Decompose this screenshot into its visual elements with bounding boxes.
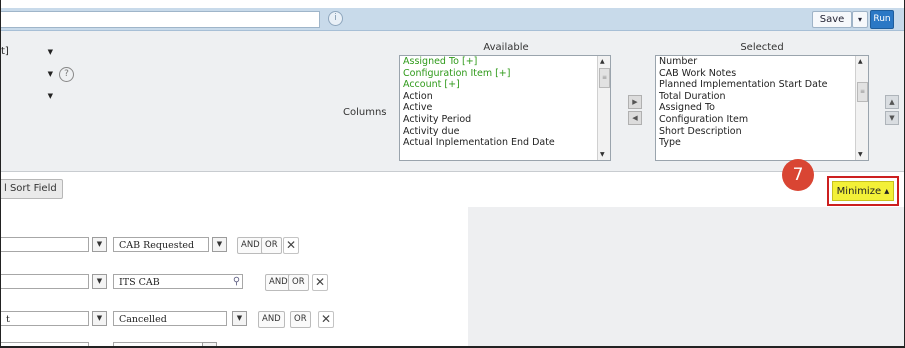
save-dropdown-button[interactable]: ▾	[852, 11, 868, 28]
scroll-thumb[interactable]: ≡	[599, 68, 610, 88]
move-up-button[interactable]: ▲	[885, 95, 899, 109]
available-column-item[interactable]: Action	[400, 91, 610, 103]
selected-column-item[interactable]: Planned Implementation Start Date	[656, 79, 868, 91]
add-column-button[interactable]: ▶	[628, 95, 642, 109]
selected-scrollbar[interactable]: ▲ ≡ ▼	[855, 56, 868, 160]
chevron-down-icon: ▼	[47, 48, 53, 56]
available-column-item[interactable]: Activity Period	[400, 114, 610, 126]
columns-label: Columns	[343, 107, 387, 118]
available-column-item[interactable]: Configuration Item [+]	[400, 68, 610, 80]
chevron-down-icon[interactable]: ▼	[212, 237, 227, 252]
selected-column-item[interactable]: Assigned To	[656, 102, 868, 114]
search-icon[interactable]: ⚲	[230, 275, 243, 288]
filter-value-select[interactable]	[113, 342, 209, 346]
scroll-down-icon[interactable]: ▼	[600, 151, 605, 158]
filter-field-select[interactable]: t	[1, 311, 89, 326]
filter-field-select[interactable]	[1, 342, 89, 346]
selected-items: Number CAB Work Notes Planned Implementati…	[656, 56, 868, 149]
or-button[interactable]: OR	[290, 311, 311, 328]
chevron-down-icon: ▼	[47, 70, 53, 78]
help-icon[interactable]: ?	[59, 67, 74, 82]
chevron-down-icon[interactable]: ▼	[232, 311, 247, 326]
and-button[interactable]: AND	[237, 237, 264, 254]
filter-side-area	[468, 207, 904, 346]
scroll-up-icon[interactable]: ▲	[858, 58, 863, 65]
selected-columns-list[interactable]: Number CAB Work Notes Planned Implementati…	[655, 55, 869, 161]
remove-condition-button[interactable]: ✕	[318, 311, 334, 328]
available-column-item[interactable]: Active	[400, 102, 610, 114]
scroll-up-icon[interactable]: ▲	[600, 58, 605, 65]
available-columns-list[interactable]: Assigned To [+] Configuration Item [+] Acc…	[399, 55, 611, 161]
chevron-down-icon[interactable]: ▼	[92, 274, 107, 289]
scroll-down-icon[interactable]: ▼	[858, 151, 863, 158]
aggregation-select[interactable]: ▼	[1, 88, 57, 104]
scroll-thumb[interactable]: ≡	[857, 82, 868, 102]
available-column-item[interactable]: Actual Inplementation End Date	[400, 137, 610, 149]
highlight-box: Minimize ▴	[827, 176, 899, 206]
filter-value-select[interactable]: CAB Requested	[113, 237, 209, 252]
chevron-down-icon[interactable]: ▼	[92, 311, 107, 326]
selected-column-item[interactable]: Short Description	[656, 126, 868, 138]
filter-field-select[interactable]	[1, 237, 89, 252]
chevron-down-icon[interactable]	[202, 342, 217, 346]
group-by-select[interactable]: ▼	[1, 66, 57, 82]
or-button[interactable]: OR	[288, 274, 309, 291]
filter-field-select[interactable]	[1, 274, 89, 289]
remove-condition-button[interactable]: ✕	[283, 237, 299, 254]
filter-reference-input[interactable]: ITS CAB	[113, 274, 243, 289]
remove-condition-button[interactable]: ✕	[312, 274, 328, 291]
selected-column-item[interactable]: Configuration Item	[656, 114, 868, 126]
type-select[interactable]: t] ▼	[1, 44, 57, 60]
minimize-button[interactable]: Minimize ▴	[832, 181, 894, 201]
selected-title: Selected	[740, 42, 784, 53]
type-select-value: t]	[1, 46, 9, 57]
screenshot-frame: i Save ▾ Run t] ▼ ▼ ? ▼ Columns Availabl…	[0, 0, 905, 348]
available-column-item[interactable]: Assigned To [+]	[400, 56, 610, 68]
report-name-input[interactable]	[1, 11, 320, 28]
filter-value-select[interactable]: Cancelled	[113, 311, 227, 326]
or-button[interactable]: OR	[261, 237, 282, 254]
and-button[interactable]: AND	[258, 311, 285, 328]
run-button[interactable]: Run	[870, 10, 894, 29]
available-column-item[interactable]: Account [+]	[400, 79, 610, 91]
remove-column-button[interactable]: ◀	[628, 111, 642, 125]
available-scrollbar[interactable]: ▲ ≡ ▼	[597, 56, 610, 160]
save-button[interactable]: Save	[812, 11, 852, 28]
available-items: Assigned To [+] Configuration Item [+] Acc…	[400, 56, 610, 149]
available-column-item[interactable]: Activity due	[400, 126, 610, 138]
step-number-badge: 7	[782, 159, 814, 191]
chevron-down-icon: ▼	[47, 92, 53, 100]
selected-column-item[interactable]: CAB Work Notes	[656, 68, 868, 80]
selected-column-item[interactable]: Type	[656, 137, 868, 149]
selected-column-item[interactable]: Total Duration	[656, 91, 868, 103]
chevron-down-icon[interactable]: ▼	[92, 237, 107, 252]
selected-column-item[interactable]: Number	[656, 56, 868, 68]
add-sort-field-button[interactable]: l Sort Field	[1, 179, 63, 199]
info-icon[interactable]: i	[328, 11, 343, 26]
available-title: Available	[483, 42, 529, 53]
move-down-button[interactable]: ▼	[885, 111, 899, 125]
